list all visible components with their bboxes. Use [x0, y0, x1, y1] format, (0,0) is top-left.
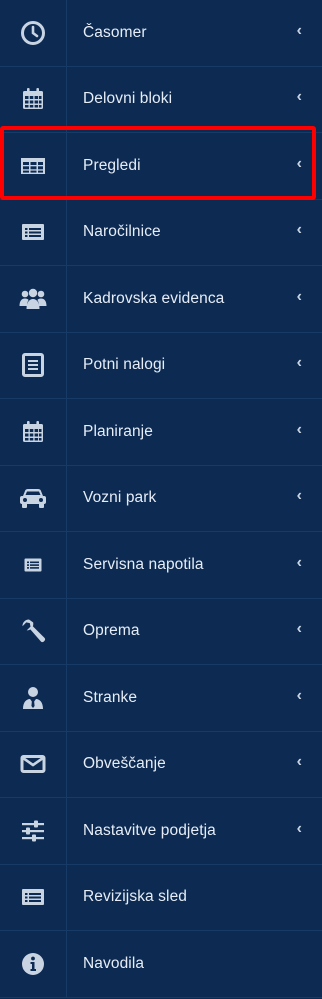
menu-item-revizijska-sled[interactable]: Revizijska sled [0, 864, 322, 931]
chevron-left-icon: ‹ [296, 21, 302, 39]
sidebar-menu: Časomer ‹ Delovni bloki ‹ Pregledi ‹ Nar… [0, 0, 322, 999]
person-tie-icon [23, 686, 43, 709]
menu-item-icon-cell [0, 532, 67, 598]
menu-item-nastavitve-podjetja[interactable]: Nastavitve podjetja ‹ [0, 798, 322, 865]
table-icon [21, 157, 45, 174]
chevron-left-icon: ‹ [296, 287, 302, 305]
menu-item-servisna-napotila[interactable]: Servisna napotila ‹ [0, 532, 322, 599]
chevron-left-icon: ‹ [296, 420, 302, 438]
info-icon [22, 952, 44, 975]
chevron-left-icon: ‹ [296, 487, 302, 505]
menu-item-obvescanje[interactable]: Obveščanje ‹ [0, 731, 322, 798]
menu-item-label: Nastavitve podjetja [83, 821, 216, 839]
menu-item-pregledi[interactable]: Pregledi ‹ [0, 133, 322, 200]
menu-item-icon-cell [0, 798, 67, 864]
menu-item-label: Oprema [83, 622, 140, 640]
menu-item-icon-cell [0, 133, 67, 199]
menu-item-label: Servisna napotila [83, 555, 204, 573]
wrench-icon [22, 619, 46, 643]
menu-item-label: Planiranje [83, 422, 153, 440]
menu-item-icon-cell [0, 266, 67, 332]
menu-item-icon-cell [0, 66, 67, 132]
menu-item-label: Kadrovska evidenca [83, 289, 225, 307]
chevron-left-icon: ‹ [296, 354, 302, 372]
menu-item-label: Navodila [83, 954, 145, 972]
menu-item-icon-cell [0, 199, 67, 265]
menu-item-icon-cell [0, 0, 67, 66]
small-list-icon [24, 558, 42, 572]
menu-item-potni-nalogi[interactable]: Potni nalogi ‹ [0, 332, 322, 399]
menu-item-label: Obveščanje [83, 755, 166, 773]
menu-item-label: Delovni bloki [83, 90, 173, 108]
menu-item-label: Potni nalogi [83, 356, 166, 374]
chevron-left-icon: ‹ [296, 819, 302, 837]
menu-item-vozni-park[interactable]: Vozni park ‹ [0, 465, 322, 532]
menu-item-oprema[interactable]: Oprema ‹ [0, 598, 322, 665]
menu-item-icon-cell [0, 399, 67, 465]
menu-item-casomer[interactable]: Časomer ‹ [0, 0, 322, 67]
chevron-left-icon: ‹ [296, 553, 302, 571]
menu-item-label: Vozni park [83, 489, 157, 507]
chevron-left-icon: ‹ [296, 753, 302, 771]
menu-item-label: Časomer [83, 23, 147, 41]
calendar-icon [23, 88, 43, 110]
list-card-icon [22, 889, 44, 906]
menu-item-label: Stranke [83, 688, 138, 706]
sliders-icon [22, 820, 44, 842]
menu-item-icon-cell [0, 332, 67, 398]
chevron-left-icon: ‹ [296, 221, 302, 239]
users-icon [19, 288, 47, 309]
menu-item-delovni-bloki[interactable]: Delovni bloki ‹ [0, 66, 322, 133]
menu-item-icon-cell [0, 864, 67, 930]
chevron-left-icon: ‹ [296, 686, 302, 704]
calendar-grid-icon [23, 420, 43, 442]
document-icon [22, 353, 44, 378]
menu-item-icon-cell [0, 665, 67, 731]
menu-item-label: Pregledi [83, 156, 141, 174]
chevron-left-icon: ‹ [296, 620, 302, 638]
car-icon [20, 489, 46, 509]
menu-item-icon-cell [0, 598, 67, 664]
menu-item-kadrovska-evidenca[interactable]: Kadrovska evidenca ‹ [0, 266, 322, 333]
chevron-left-icon: ‹ [296, 88, 302, 106]
menu-item-narocilnice[interactable]: Naročilnice ‹ [0, 199, 322, 266]
menu-item-icon-cell [0, 465, 67, 531]
clock-icon [21, 20, 45, 45]
menu-item-planiranje[interactable]: Planiranje ‹ [0, 399, 322, 466]
menu-item-navodila[interactable]: Navodila [0, 931, 322, 998]
menu-item-label: Revizijska sled [83, 888, 188, 906]
menu-item-icon-cell [0, 931, 67, 997]
chevron-left-icon: ‹ [296, 154, 302, 172]
list-card-icon [22, 224, 44, 241]
menu-item-stranke[interactable]: Stranke ‹ [0, 665, 322, 732]
menu-item-icon-cell [0, 731, 67, 797]
menu-item-label: Naročilnice [83, 223, 161, 241]
envelope-icon [20, 755, 46, 774]
